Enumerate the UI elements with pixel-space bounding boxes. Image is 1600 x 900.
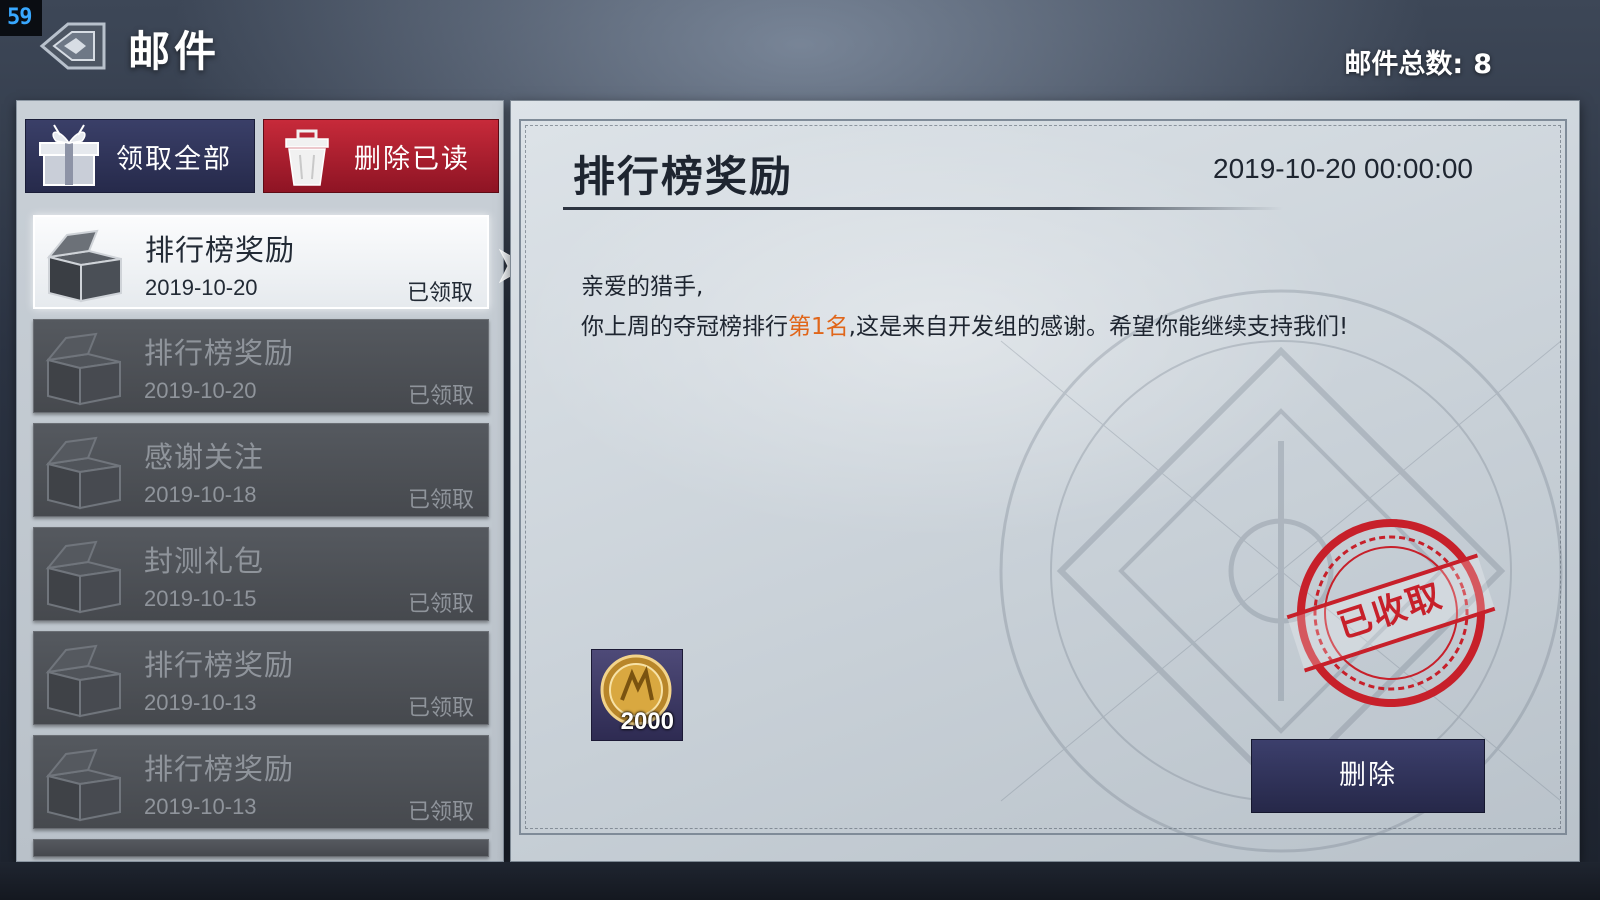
mail-subject: 排行榜奖励: [144, 336, 295, 370]
claim-all-button[interactable]: 领取全部: [25, 119, 255, 193]
mail-list-item[interactable]: 排行榜奖励 2019-10-13 已领取: [33, 631, 489, 725]
reward-quantity: 2000: [620, 708, 674, 735]
mail-list-item[interactable]: 排行榜奖励 2019-10-13 已领取: [33, 735, 489, 829]
reward-item[interactable]: 2000: [591, 649, 683, 741]
mail-list-item[interactable]: 排行榜奖励 2019-10-20 已领取: [33, 215, 489, 309]
delete-button[interactable]: 删除: [1251, 739, 1485, 813]
mail-list-item[interactable]: 封测礼包 2019-10-15 已领取: [33, 527, 489, 621]
mail-status: 已领取: [407, 488, 474, 513]
mail-list-item[interactable]: 感谢关注 2019-10-18 已领取: [33, 423, 489, 517]
mail-status: 已领取: [407, 384, 474, 409]
open-box-icon: [45, 748, 121, 822]
mail-detail-body: 亲爱的猎手, 你上周的夺冠榜排行第1名,这是来自开发组的感谢。希望你能继续支持我…: [581, 267, 1348, 347]
mail-list-panel: 领取全部 删除已读 排行榜奖励 2019-10-20 已领取 排行榜奖励 201…: [16, 100, 504, 862]
delete-read-button[interactable]: 删除已读: [263, 119, 499, 193]
open-box-icon: [45, 436, 121, 510]
page-title: 邮件: [128, 27, 221, 76]
mail-list-item-partial[interactable]: [33, 839, 489, 857]
mail-greeting: 亲爱的猎手,: [581, 274, 704, 300]
mail-date: 2019-10-13: [144, 690, 257, 715]
delete-read-label: 删除已读: [354, 143, 470, 175]
back-icon[interactable]: [38, 18, 110, 74]
mail-date: 2019-10-18: [144, 482, 257, 507]
mail-detail-panel: 排行榜奖励 2019-10-20 00:00:00 亲爱的猎手, 你上周的夺冠榜…: [510, 100, 1580, 862]
mail-message: 你上周的夺冠榜排行第1名,这是来自开发组的感谢。希望你能继续支持我们!: [581, 307, 1348, 347]
mail-subject: 排行榜奖励: [145, 233, 296, 267]
claim-all-label: 领取全部: [116, 143, 232, 175]
bottom-strip: [0, 862, 1600, 900]
mail-list: 排行榜奖励 2019-10-20 已领取 排行榜奖励 2019-10-20 已领…: [33, 215, 489, 867]
trash-icon: [285, 129, 329, 186]
mail-status: 已领取: [407, 800, 474, 825]
mail-subject: 封测礼包: [144, 544, 265, 578]
gift-icon: [39, 124, 99, 186]
mail-message-suffix: ,这是来自开发组的感谢。希望你能继续支持我们!: [848, 314, 1349, 340]
mail-status: 已领取: [407, 592, 474, 617]
open-box-icon: [45, 540, 121, 614]
mail-list-item[interactable]: 排行榜奖励 2019-10-20 已领取: [33, 319, 489, 413]
mail-status: 已领取: [406, 281, 473, 306]
mail-detail-datetime: 2019-10-20 00:00:00: [1213, 153, 1473, 184]
mail-subject: 感谢关注: [144, 440, 265, 474]
mail-date: 2019-10-20: [144, 378, 257, 403]
open-box-icon: [45, 332, 121, 406]
open-box-icon: [46, 229, 122, 303]
open-box-icon: [45, 644, 121, 718]
mail-date: 2019-10-20: [145, 275, 258, 300]
mail-message-prefix: 你上周的夺冠榜排行: [581, 314, 788, 340]
mail-subject: 排行榜奖励: [144, 752, 295, 786]
mail-subject: 排行榜奖励: [144, 648, 295, 682]
mail-status: 已领取: [407, 696, 474, 721]
mail-total-label: 邮件总数:: [1344, 49, 1464, 80]
mail-total-count: 8: [1473, 49, 1492, 80]
mail-total: 邮件总数: 8: [1344, 42, 1492, 81]
fps-counter: 59: [0, 0, 42, 36]
mail-date: 2019-10-13: [144, 794, 257, 819]
mail-detail-title: 排行榜奖励: [573, 152, 794, 201]
mail-date: 2019-10-15: [144, 586, 257, 611]
rank-highlight: 第1名: [788, 314, 849, 340]
title-divider: [563, 207, 1283, 210]
